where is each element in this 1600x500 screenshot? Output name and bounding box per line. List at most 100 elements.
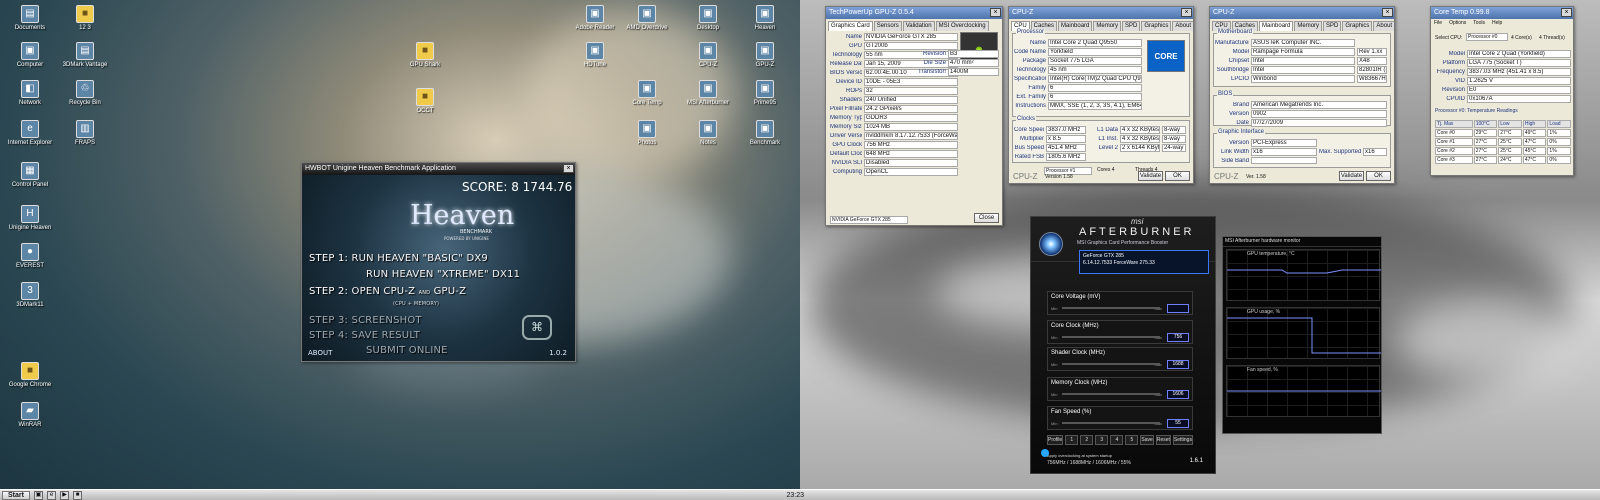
processor-selector[interactable]: Processor #0: [1466, 33, 1508, 41]
gpuz-title-bar[interactable]: TechPowerUp GPU-Z 0.5.4 ×: [826, 7, 1002, 19]
desktop-icon[interactable]: ▣ GPU-Z: [735, 42, 795, 69]
reset-button[interactable]: Reset: [1155, 435, 1171, 445]
folder-icon: ■: [416, 88, 434, 106]
robot-icon: ⌘: [522, 315, 552, 340]
browser-icon[interactable]: e: [47, 490, 56, 500]
tab-sensors[interactable]: Sensors: [873, 21, 902, 31]
hardware-monitor-window[interactable]: MSI Afterburner hardware monitor GPU tem…: [1222, 236, 1382, 434]
desktop-icon[interactable]: ▣ Notes: [678, 120, 738, 147]
tab-validation[interactable]: Validation: [902, 21, 935, 31]
desktop-icon[interactable]: ▣ CPU-Z: [678, 42, 738, 69]
cpuz-cpu-window[interactable]: CPU-Z × CPU Caches Mainboard Memory SPD Graphi…: [1008, 6, 1194, 184]
tab-about[interactable]: About: [1172, 21, 1193, 31]
start-button[interactable]: Start: [2, 490, 30, 500]
desktop-icon[interactable]: ▦ Control Panel: [0, 162, 60, 189]
gpu-selector[interactable]: NVIDIA GeForce GTX 285: [830, 216, 908, 224]
desktop-icon[interactable]: ▣ Benchmark: [735, 120, 795, 147]
desktop-icon[interactable]: ▰ WinRAR: [0, 402, 60, 429]
tab-about[interactable]: About: [1373, 21, 1394, 31]
tab-mainboard[interactable]: Mainboard: [1058, 21, 1093, 31]
desktop-icon[interactable]: H Unigine Heaven: [0, 205, 60, 232]
ok-button[interactable]: OK: [1165, 171, 1190, 181]
desktop-icon[interactable]: ■ Google Chrome: [0, 362, 60, 389]
profile-1-button[interactable]: 1: [1065, 435, 1079, 445]
close-icon[interactable]: ×: [1181, 8, 1192, 17]
gpuz-close-button[interactable]: Close: [974, 213, 999, 223]
desktop-icon[interactable]: ■ GPU Shark: [395, 42, 455, 69]
close-icon[interactable]: ×: [1561, 8, 1572, 17]
memory-clock-slider[interactable]: Memory Clock (MHz)MinMax1606: [1047, 377, 1193, 401]
benchmark-icon: 3: [21, 282, 39, 300]
desktop-icon[interactable]: ▣ Desktop: [678, 5, 738, 32]
heaven-title-bar[interactable]: HWBOT Unigine Heaven Benchmark Applicati…: [302, 163, 575, 175]
step-4: STEP 4: SAVE RESULT: [309, 330, 421, 341]
desktop-icon[interactable]: ■ 12 3: [55, 5, 115, 32]
profile-2-button[interactable]: 2: [1080, 435, 1094, 445]
tab-memory[interactable]: Memory: [1093, 21, 1122, 31]
desktop-icon[interactable]: ♲ Recycle Bin: [55, 80, 115, 107]
tab-spd[interactable]: SPD: [1122, 21, 1141, 31]
coretemp-title-bar[interactable]: Core Temp 0.99.8 ×: [1431, 7, 1573, 19]
afterburner-window[interactable]: msi AFTERBURNER MSI Graphics Card Perfor…: [1030, 216, 1216, 474]
profile-button[interactable]: Profile: [1047, 435, 1064, 445]
close-icon[interactable]: ×: [1382, 8, 1393, 17]
cpuz-title-bar[interactable]: CPU-Z ×: [1009, 7, 1193, 19]
about-button[interactable]: ABOUT: [308, 349, 332, 357]
coretemp-processor-info: Model Intel Core 2 Quad (Yorkfield) Platf…: [1435, 50, 1571, 103]
tab-msi-overclocking[interactable]: MSI Overclocking: [935, 21, 989, 31]
close-icon[interactable]: ×: [563, 164, 574, 173]
validate-button[interactable]: Validate: [1339, 171, 1364, 181]
profile-5-button[interactable]: 5: [1125, 435, 1139, 445]
explorer-icon[interactable]: ▣: [34, 490, 43, 500]
screenshot-link[interactable]: SCREENSHOT: [352, 315, 422, 326]
shader-clock-slider[interactable]: Shader Clock (MHz)MinMax1688: [1047, 347, 1193, 371]
desktop-icon[interactable]: ■ OCCT: [395, 88, 455, 115]
profile-4-button[interactable]: 4: [1110, 435, 1124, 445]
desktop-icon[interactable]: ● EVEREST: [0, 243, 60, 270]
coretemp-window[interactable]: Core Temp 0.99.8 × File Options Tools Help S…: [1430, 6, 1574, 176]
tab-graphics[interactable]: Graphics: [1342, 21, 1373, 31]
desktop-icon[interactable]: e Internet Explorer: [0, 120, 60, 147]
desktop-icon[interactable]: ▣ Adobe Reader: [565, 5, 625, 32]
browser-icon: e: [21, 120, 39, 138]
folder-icon[interactable]: ■: [73, 490, 82, 500]
media-icon[interactable]: ▶: [60, 490, 69, 500]
cpuz-title-bar[interactable]: CPU-Z ×: [1210, 7, 1394, 19]
open-gpuz-link[interactable]: GPU-Z: [434, 286, 467, 297]
desktop-icon[interactable]: ▤ 3DMark Vantage: [55, 42, 115, 69]
cpuz-mainboard-window[interactable]: CPU-Z × CPU Caches Mainboard Memory SPD Graphi…: [1209, 6, 1395, 184]
desktop-icon[interactable]: ▣ AMD Overdrive: [617, 5, 677, 32]
desktop-icon[interactable]: ▥ FRAPS: [55, 120, 115, 147]
desktop-icon[interactable]: ▣ Heaven: [735, 5, 795, 32]
desktop-icon[interactable]: ▤ Documents: [0, 5, 60, 32]
desktop-icon[interactable]: ▣ Prime95: [735, 80, 795, 107]
run-basic-link[interactable]: RUN HEAVEN "BASIC" DX9: [352, 253, 488, 264]
desktop-icon[interactable]: ▣ MSI Afterburner: [678, 80, 738, 107]
fan-speed-slider[interactable]: Fan Speed (%)MinMax55: [1047, 406, 1193, 430]
core-clock-slider[interactable]: Core Clock (MHz)MinMax756: [1047, 320, 1193, 344]
save-result-link[interactable]: SAVE RESULT: [352, 330, 421, 341]
gpuz-window[interactable]: TechPowerUp GPU-Z 0.5.4 × Graphics Card Se…: [825, 6, 1003, 226]
tab-graphics-card[interactable]: Graphics Card: [828, 21, 873, 31]
open-cpuz-link[interactable]: OPEN CPU-Z: [352, 286, 416, 297]
tab-graphics[interactable]: Graphics: [1141, 21, 1172, 31]
desktop-icon[interactable]: ▣ Photos: [617, 120, 677, 147]
desktop-icon[interactable]: ◧ Network: [0, 80, 60, 107]
heaven-window[interactable]: HWBOT Unigine Heaven Benchmark Applicati…: [301, 162, 576, 362]
desktop-icon[interactable]: ▣ HDTune: [565, 42, 625, 69]
validate-button[interactable]: Validate: [1138, 171, 1163, 181]
tab-mainboard[interactable]: Mainboard: [1259, 21, 1294, 31]
tab-spd[interactable]: SPD: [1323, 21, 1342, 31]
desktop-icon[interactable]: ▣ Computer: [0, 42, 60, 69]
desktop-icon[interactable]: 3 3DMark11: [0, 282, 60, 309]
ok-button[interactable]: OK: [1366, 171, 1391, 181]
run-xtreme-link[interactable]: RUN HEAVEN "XTREME" DX11: [366, 269, 520, 280]
save-button[interactable]: Save: [1140, 435, 1154, 445]
tab-memory[interactable]: Memory: [1294, 21, 1323, 31]
close-icon[interactable]: ×: [990, 8, 1001, 17]
settings-button[interactable]: Settings: [1172, 435, 1193, 445]
submit-online-link[interactable]: SUBMIT ONLINE: [366, 345, 448, 356]
profile-3-button[interactable]: 3: [1095, 435, 1109, 445]
desktop-icon[interactable]: ▣ Core Temp: [617, 80, 677, 107]
core-voltage-slider[interactable]: Core Voltage (mV)MinMax: [1047, 291, 1193, 315]
